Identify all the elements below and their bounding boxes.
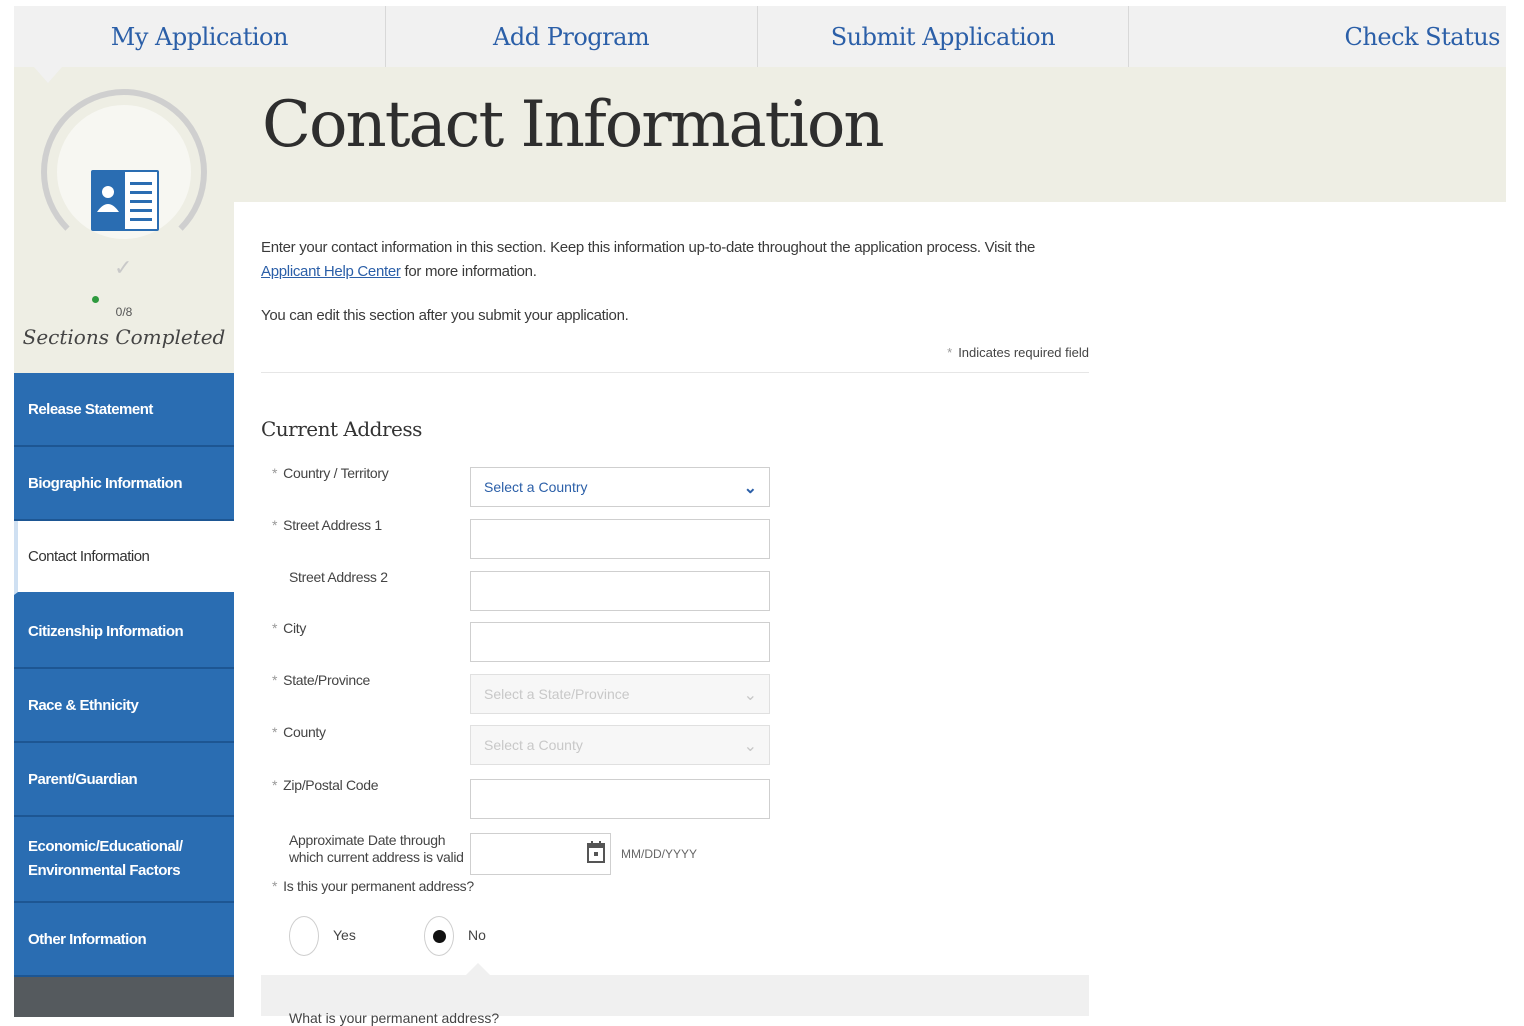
radio-yes[interactable] <box>289 916 319 956</box>
sidebar-footer <box>14 977 234 1017</box>
required-star-icon: * <box>272 465 278 481</box>
country-select[interactable]: Select a Country ⌄ <box>470 467 770 507</box>
sidebar-item-citizenship-information[interactable]: Citizenship Information <box>14 595 234 669</box>
progress-count: 0/8 <box>115 305 133 319</box>
required-star-icon: * <box>272 878 278 894</box>
required-field-note: * Indicates required field <box>261 345 1089 373</box>
tab-add-program[interactable]: Add Program <box>386 6 758 67</box>
sidebar-item-label: Economic/Educational/Environmental Facto… <box>28 838 183 879</box>
required-star-icon: * <box>272 724 278 740</box>
edit-note: You can edit this section after you subm… <box>261 307 629 324</box>
street-address-1-input[interactable] <box>470 519 770 559</box>
tab-my-application[interactable]: My Application <box>14 6 386 67</box>
required-star-icon: * <box>272 620 278 636</box>
permanent-address-label: * Is this your permanent address? <box>272 878 474 894</box>
sidebar-item-parent-guardian[interactable]: Parent/Guardian <box>14 743 234 817</box>
sidebar-item-contact-information[interactable]: Contact Information <box>14 521 234 595</box>
valid-date-label: Approximate Date through which current ad… <box>289 832 464 865</box>
state-select[interactable]: Select a State/Province ⌄ <box>470 674 770 714</box>
intro-text: Enter your contact information in this s… <box>261 239 1036 280</box>
zip-input[interactable] <box>470 779 770 819</box>
required-star-icon: * <box>272 777 278 793</box>
top-navigation: My Application Add Program Submit Applic… <box>14 6 1506 68</box>
radio-yes-label: Yes <box>333 927 356 943</box>
sidebar-item-economic-factors[interactable]: Economic/Educational/Environmental Facto… <box>14 817 234 903</box>
page-title: Contact Information <box>262 88 885 162</box>
radio-no[interactable] <box>424 916 454 956</box>
tab-check-status[interactable]: Check Status <box>1129 6 1506 67</box>
sidebar-item-label: Citizenship Information <box>28 622 184 640</box>
contact-card-icon <box>91 170 159 231</box>
street-address-1-label: * Street Address 1 <box>272 517 382 533</box>
county-select[interactable]: Select a County ⌄ <box>470 725 770 765</box>
radio-selected-dot <box>433 930 446 943</box>
sidebar-item-label: Contact Information <box>28 548 150 565</box>
intro-section: Enter your contact information in this s… <box>261 236 1089 373</box>
sidebar-item-label: Biographic Information <box>28 474 183 492</box>
state-label: * State/Province <box>272 672 371 688</box>
sidebar-item-biographic-information[interactable]: Biographic Information <box>14 447 234 521</box>
chevron-down-icon: ⌄ <box>743 687 757 704</box>
street-address-2-label: Street Address 2 <box>289 569 388 585</box>
sidebar-item-label: Release Statement <box>28 400 153 418</box>
active-tab-pointer <box>34 67 62 83</box>
city-input[interactable] <box>470 622 770 662</box>
tab-submit-application[interactable]: Submit Application <box>758 6 1130 67</box>
street-address-2-input[interactable] <box>470 571 770 611</box>
progress-label: Sections Completed <box>22 325 226 349</box>
date-format-hint: MM/DD/YYYY <box>621 847 698 861</box>
chevron-down-icon: ⌄ <box>743 738 757 755</box>
county-label: * County <box>272 724 326 740</box>
check-icon: ✓ <box>114 255 133 280</box>
section-sidebar: Release Statement Biographic Information… <box>14 373 234 1017</box>
required-star-icon: * <box>272 672 278 688</box>
sidebar-item-other-information[interactable]: Other Information <box>14 903 234 977</box>
sidebar-item-label: Other Information <box>28 930 147 948</box>
required-star-icon: * <box>947 345 953 360</box>
progress-dot <box>92 296 99 303</box>
sidebar-item-release-statement[interactable]: Release Statement <box>14 373 234 447</box>
required-star-icon: * <box>272 517 278 533</box>
progress-panel: ✓ 0/8 Sections Completed <box>14 67 234 373</box>
calendar-icon[interactable] <box>587 841 605 863</box>
applicant-help-center-link[interactable]: Applicant Help Center <box>261 263 401 280</box>
sidebar-item-label: Parent/Guardian <box>28 770 138 788</box>
radio-no-label: No <box>468 927 486 943</box>
current-address-heading: Current Address <box>261 417 422 441</box>
sidebar-item-race-ethnicity[interactable]: Race & Ethnicity <box>14 669 234 743</box>
city-label: * City <box>272 620 307 636</box>
country-label: * Country / Territory <box>272 465 389 481</box>
permanent-address-question: What is your permanent address? <box>289 1010 500 1026</box>
zip-label: * Zip/Postal Code <box>272 777 379 793</box>
sidebar-item-label: Race & Ethnicity <box>28 696 139 714</box>
subpanel-pointer <box>466 963 490 975</box>
chevron-down-icon: ⌄ <box>743 480 757 497</box>
